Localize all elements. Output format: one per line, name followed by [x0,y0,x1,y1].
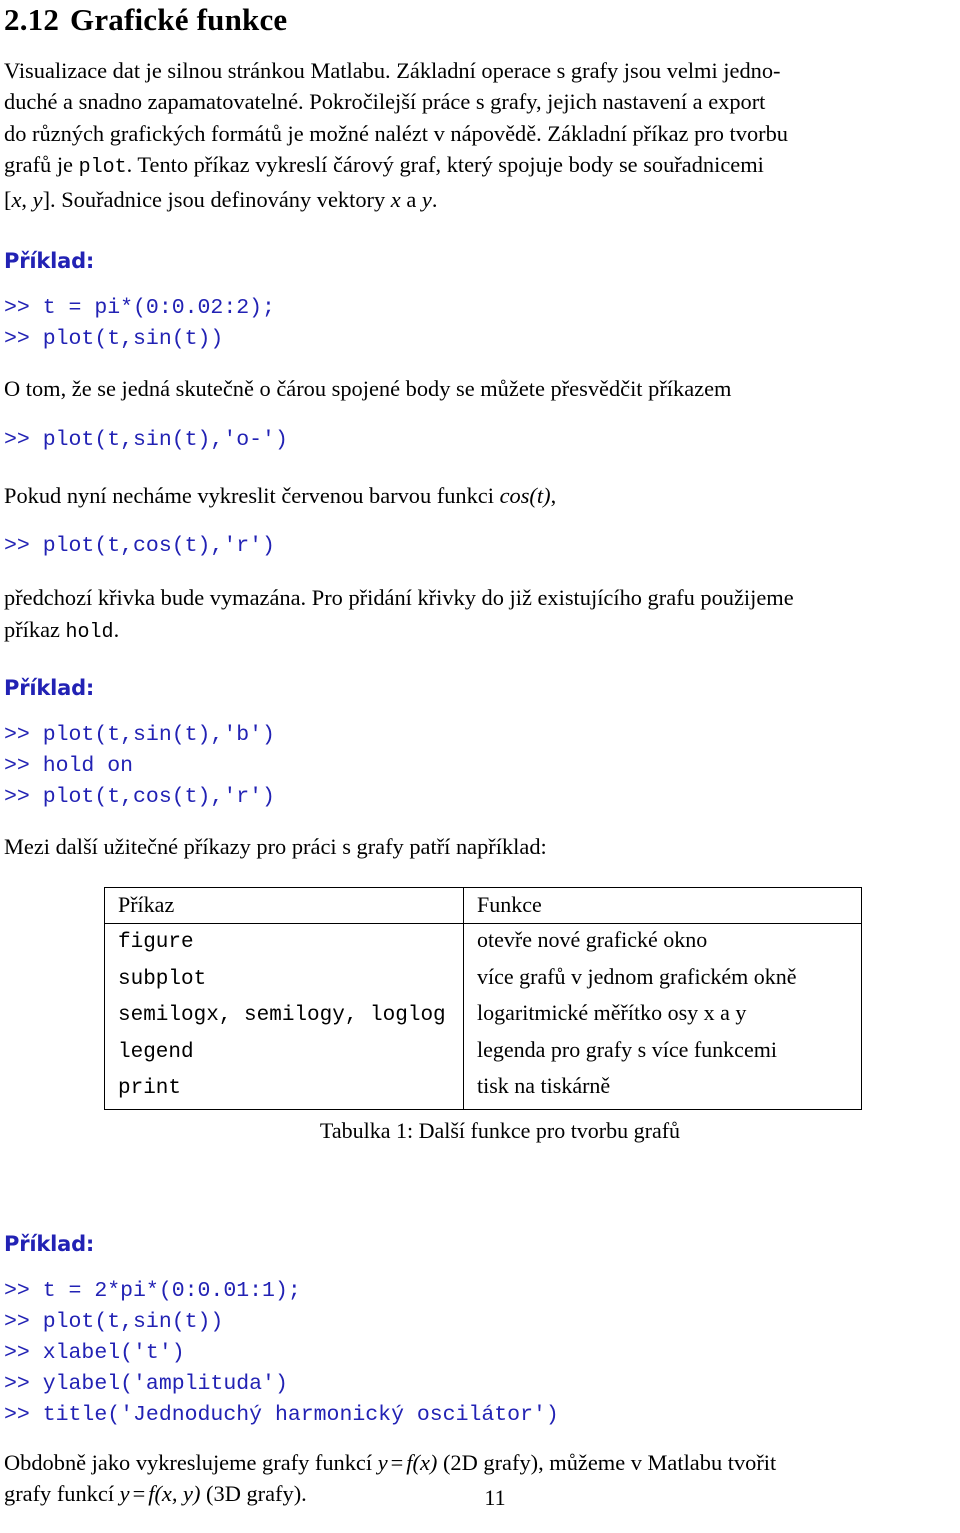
intro-comma: , [21,186,33,212]
inline-code-plot: plot [78,156,127,180]
table-caption: Tabulka 1: Další funkce pro tvorbu grafů [319,1117,681,1143]
intro-line-5-end: . [431,186,438,212]
intro-line-2: duché a snadno zapamatovatelné. Pokročil… [4,89,766,115]
table-header-row: Příkaz Funkce [104,886,862,925]
page-number: 11 [484,1485,506,1510]
code-line: >> hold on [4,754,134,779]
table-cell-description: více grafů v jednom grafickém okně [463,960,862,998]
paragraph-after-first-code: O tom, že se jedná skutečně o čárou spoj… [4,376,732,402]
math-var-y: y [32,186,43,212]
code-line: >> plot(t,cos(t),'r') [4,534,275,559]
math-var-x-2: x [390,186,401,212]
functions-table-wrapper: Příkaz Funkce figure otevře nové grafick… [4,886,956,1110]
intro-line-4-post: . Tento příkaz vykreslí čárový graf, kte… [126,152,764,178]
functions-table: Příkaz Funkce figure otevře nové grafick… [104,886,862,1110]
before-red-comma: , [550,482,557,508]
page-title: 2.12 Grafické funkce [4,2,956,37]
code-block-5: >> t = 2*pi*(0:0.01:1); >> plot(t,sin(t)… [4,1276,956,1431]
table-row: figure otevře nové grafické okno [104,923,862,961]
table-header-function: Funkce [463,886,862,925]
document-page: 2.12 Grafické funkce Visualizace dat je s… [0,2,960,1533]
closing-line-1-pre: Obdobně jako vykreslujeme grafy funkcí [4,1449,378,1475]
code-line: >> plot(t,sin(t)) [4,1309,224,1334]
code-line: >> ylabel('amplituda') [4,1371,288,1396]
table-row: semilogx, semilogy, loglog logaritmické … [104,997,862,1034]
table-cell-description: otevře nové grafické okno [463,923,862,961]
table-row: subplot více grafů v jednom grafickém ok… [104,960,862,998]
after-red-line-2-post: . [113,616,120,642]
table-cell-command: legend [104,1033,464,1071]
table-cell-command: print [104,1070,464,1110]
intro-line-5-mid: ]. Souřadnice jsou definovány vektory [42,186,391,212]
example-label-3: Příklad: [4,1231,95,1256]
table-cell-description: tisk na tiskárně [463,1070,862,1110]
code-line: >> t = 2*pi*(0:0.01:1); [4,1278,301,1303]
intro-paragraph: Visualizace dat je silnou stránkou Matla… [4,55,956,216]
code-line: >> plot(t,cos(t),'r') [4,785,275,810]
closing-line-1-post: (2D grafy), můžeme v Matlabu tvořit [437,1449,777,1475]
section-title: Grafické funkce [70,2,288,37]
intro-line-3: do různých grafických formátů je možné n… [4,120,788,146]
code-block-3: >> plot(t,cos(t),'r') [4,531,956,562]
paragraph-before-table: Mezi další užitečné příkazy pro práci s … [4,834,547,860]
code-line: >> plot(t,sin(t),'o-') [4,427,288,452]
inline-code-hold: hold [65,620,114,644]
after-red-line-1: předchozí křivka bude vymazána. Pro přid… [4,585,794,611]
section-number: 2.12 [4,2,60,37]
code-line: >> xlabel('t') [4,1340,185,1365]
example-label-1: Příklad: [4,249,95,274]
math-var-x: x [11,186,22,212]
table-cell-command: figure [104,923,464,961]
table-row: legend legenda pro grafy s více funkcemi [104,1033,862,1071]
table-cell-description: legenda pro grafy s více funkcemi [463,1033,862,1071]
before-red-text: Pokud nyní necháme vykreslit červenou ba… [4,482,500,508]
table-cell-description: logaritmické měřítko osy x a y [463,997,862,1034]
intro-line-4-pre: grafů je [4,152,79,178]
math-cos-t: cos(t) [499,482,551,508]
table-header-command: Příkaz [104,886,464,925]
intro-line-1: Visualizace dat je silnou stránkou Matla… [4,57,781,83]
math-var-y-3: y [377,1449,388,1475]
after-red-line-2-pre: příkaz [4,616,66,642]
code-line: >> plot(t,sin(t)) [4,327,224,352]
code-line: >> plot(t,sin(t),'b') [4,723,275,748]
intro-line-5-and: a [400,186,422,212]
math-var-y-2: y [421,186,432,212]
code-line: >> t = pi*(0:0.02:2); [4,296,275,321]
table-cell-command: subplot [104,960,464,998]
math-arg-x: (x) [412,1449,438,1475]
code-block-1: >> t = pi*(0:0.02:2); >> plot(t,sin(t)) [4,293,956,355]
math-equals: = [390,1449,404,1475]
paragraph-before-red: Pokud nyní necháme vykreslit červenou ba… [4,480,956,512]
example-label-2: Příklad: [4,676,95,701]
table-cell-command: semilogx, semilogy, loglog [104,997,464,1034]
code-block-4: >> plot(t,sin(t),'b') >> hold on >> plot… [4,720,956,813]
code-block-2: >> plot(t,sin(t),'o-') [4,425,956,456]
paragraph-after-red: předchozí křivka bude vymazána. Pro přid… [4,582,956,648]
code-line: >> title('Jednoduchý harmonický osciláto… [4,1402,559,1427]
table-row: print tisk na tiskárně [104,1070,862,1110]
